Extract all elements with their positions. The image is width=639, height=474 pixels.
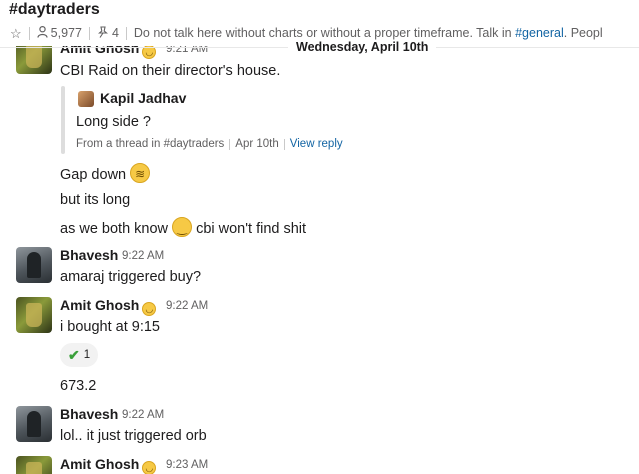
avatar[interactable]: [16, 247, 52, 283]
message-text: Gap down ≋: [60, 163, 151, 185]
message-text: amaraj triggered buy?: [60, 269, 202, 285]
slightly-smiling-face-icon: ◡: [142, 302, 157, 316]
view-reply-link[interactable]: View reply: [290, 138, 343, 150]
pinned-count[interactable]: 4: [112, 26, 119, 40]
channel-title[interactable]: #daytraders: [9, 1, 100, 19]
member-count[interactable]: 5,977: [51, 26, 82, 40]
quote-bar: [61, 86, 65, 154]
message-text: as we both know ‿ cbi won't find shit: [60, 217, 306, 239]
general-channel-link[interactable]: #general: [515, 26, 564, 40]
rolling-on-floor-laughing-icon: ≋: [130, 163, 151, 183]
quote-text: Long side ?: [76, 114, 151, 130]
pin-icon[interactable]: [97, 26, 109, 40]
message-author[interactable]: Amit Ghosh ◡: [60, 297, 157, 316]
message-text: lol.. it just triggered orb: [60, 428, 207, 444]
message-list: Amit Ghosh ◡ 9:21 AM CBI Raid on their di…: [0, 0, 639, 474]
message-text: 673.2: [60, 378, 97, 394]
reaction-count: 1: [83, 349, 91, 361]
avatar[interactable]: [16, 456, 52, 474]
avatar[interactable]: [16, 406, 52, 442]
message-timestamp[interactable]: 9:22 AM: [122, 409, 164, 421]
slightly-smiling-face-icon: ◡: [142, 461, 157, 474]
star-icon[interactable]: ☆: [10, 27, 22, 40]
message-text: i bought at 9:15: [60, 319, 160, 335]
message-author[interactable]: Bhavesh: [60, 247, 118, 263]
message-text: CBI Raid on their director's house.: [60, 63, 281, 79]
white-check-mark-icon: ✔: [68, 346, 80, 363]
quote-date[interactable]: Apr 10th: [235, 138, 278, 150]
smirk-icon: ‿: [172, 217, 193, 237]
channel-topic[interactable]: Do not talk here without charts or witho…: [134, 26, 603, 40]
reaction-pill[interactable]: ✔ 1: [60, 343, 99, 367]
date-divider-label[interactable]: Wednesday, April 10th: [288, 40, 437, 54]
message-timestamp[interactable]: 9:22 AM: [122, 250, 164, 262]
date-divider: Wednesday, April 10th: [0, 40, 639, 54]
quote-source[interactable]: From a thread in #daytraders: [76, 138, 224, 150]
message-timestamp[interactable]: 9:22 AM: [166, 300, 208, 312]
message-timestamp[interactable]: 9:23 AM: [166, 459, 208, 471]
quote-footer: From a thread in #daytraders Apr 10th Vi…: [76, 138, 343, 150]
quote-author[interactable]: Kapil Jadhav: [100, 90, 186, 106]
avatar[interactable]: [16, 297, 52, 333]
message-author[interactable]: Amit Ghosh ◡: [60, 456, 157, 474]
member-icon[interactable]: [37, 26, 48, 40]
message-text: but its long: [60, 192, 131, 208]
quote-avatar: [78, 91, 94, 107]
message-author[interactable]: Bhavesh: [60, 406, 118, 422]
